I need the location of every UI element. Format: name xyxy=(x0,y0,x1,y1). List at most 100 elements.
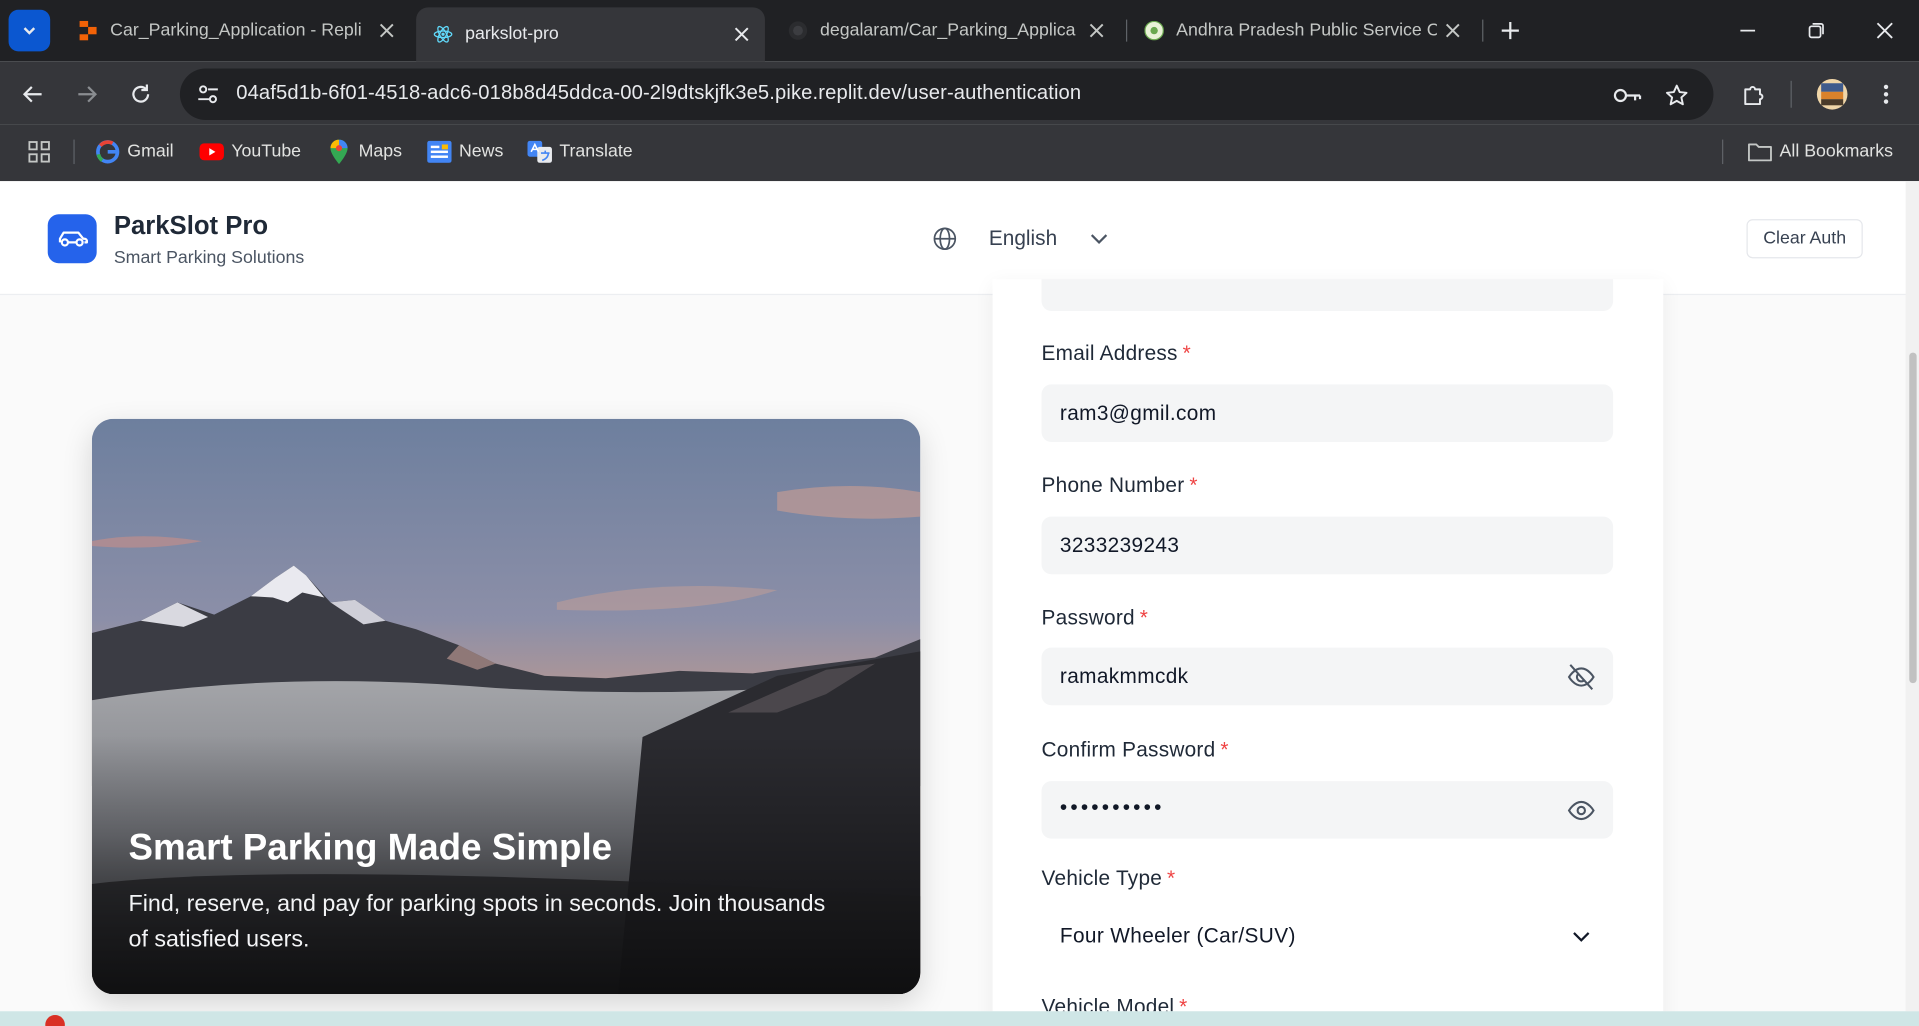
language-selector[interactable]: English xyxy=(930,223,1111,255)
restore-button[interactable] xyxy=(1798,12,1835,49)
vehicle-type-label: Vehicle Type * xyxy=(1041,866,1176,891)
app-logo xyxy=(47,214,97,264)
chevron-down-icon xyxy=(1569,924,1593,948)
bookmark-translate[interactable]: Translate xyxy=(527,137,633,166)
plus-icon xyxy=(1501,22,1519,40)
react-icon xyxy=(433,24,453,44)
apps-grid-icon xyxy=(27,140,51,164)
previous-field-input[interactable] xyxy=(1041,279,1614,311)
bookmark-label: Maps xyxy=(358,142,403,162)
app-tagline: Smart Parking Solutions xyxy=(113,248,305,269)
back-button[interactable] xyxy=(15,76,52,113)
tab-title: degalaram/Car_Parking_Applica xyxy=(820,20,1076,41)
bookmark-label: Gmail xyxy=(127,142,174,162)
new-tab-button[interactable] xyxy=(1493,13,1527,47)
eye-icon[interactable] xyxy=(1565,795,1597,827)
all-bookmarks-label: All Bookmarks xyxy=(1779,142,1893,162)
confirm-password-field[interactable]: •••••••••• xyxy=(1041,781,1614,839)
vehicle-type-select[interactable]: Four Wheeler (Car/SUV) xyxy=(1041,908,1614,966)
bookmark-news[interactable]: News xyxy=(427,137,503,166)
confirm-password-value: •••••••••• xyxy=(1059,795,1165,820)
required-mark: * xyxy=(1139,606,1149,630)
youtube-icon xyxy=(199,140,224,164)
minimize-button[interactable] xyxy=(1729,12,1766,49)
bookmark-label: Translate xyxy=(559,142,633,162)
language-label: English xyxy=(988,226,1058,250)
required-mark: * xyxy=(1179,995,1188,1012)
hero-description: Find, reserve, and pay for parking spots… xyxy=(128,891,826,953)
vehicle-model-label: Vehicle Model * xyxy=(1042,995,1188,1011)
close-icon[interactable] xyxy=(726,18,758,50)
puzzle-icon xyxy=(1744,85,1764,106)
restore-icon xyxy=(1808,23,1824,39)
browser-toolbar: 04af5d1b-6f01-4518-adc6-018b8d45ddca-00-… xyxy=(0,61,1919,125)
close-window-button[interactable] xyxy=(1866,12,1903,49)
close-icon[interactable] xyxy=(1437,15,1469,47)
phone-label: Phone Number * xyxy=(1041,473,1198,498)
site-settings-icon[interactable] xyxy=(195,81,222,108)
tab-appsc[interactable]: Andhra Pradesh Public Service C xyxy=(1127,7,1476,54)
bookmark-maps[interactable]: Maps xyxy=(327,137,402,166)
github-icon xyxy=(788,21,808,41)
browser-menu-button[interactable] xyxy=(1868,76,1905,113)
bookmark-label: YouTube xyxy=(231,142,302,162)
appsc-icon xyxy=(1144,20,1164,41)
notification-icon xyxy=(45,1014,65,1026)
bookmark-separator xyxy=(1722,139,1724,165)
tab-parkslot-pro[interactable]: parkslot-pro xyxy=(416,7,765,62)
close-icon[interactable] xyxy=(371,15,403,47)
phone-value: 3233239243 xyxy=(1059,533,1180,558)
app-name: ParkSlot Pro xyxy=(113,211,269,240)
password-field[interactable]: ramakmmcdk xyxy=(1041,647,1614,706)
profile-avatar[interactable] xyxy=(1814,76,1851,113)
hero-title: Smart Parking Made Simple xyxy=(128,827,613,869)
tab-github-repo[interactable]: degalaram/Car_Parking_Applica xyxy=(771,7,1120,54)
tab-search-button[interactable] xyxy=(8,9,51,52)
all-bookmarks-button[interactable]: All Bookmarks xyxy=(1748,137,1893,166)
forward-button[interactable] xyxy=(69,76,106,113)
close-icon[interactable] xyxy=(1081,15,1113,47)
required-mark: * xyxy=(1220,738,1229,762)
email-field[interactable]: ram3@gmil.com xyxy=(1041,384,1614,442)
bookmark-separator xyxy=(73,139,75,165)
signup-form-card: Email Address * ram3@gmil.com Phone Numbe… xyxy=(992,279,1664,1012)
address-bar[interactable]: 04af5d1b-6f01-4518-adc6-018b8d45ddca-00-… xyxy=(179,68,1714,120)
toolbar-separator xyxy=(1790,80,1792,108)
bookmark-gmail[interactable]: Gmail xyxy=(95,137,174,166)
app-header: ParkSlot Pro Smart Parking Solutions Eng… xyxy=(0,181,1919,296)
replit-icon xyxy=(78,20,98,41)
arrow-left-icon xyxy=(22,86,42,103)
tab-car-parking-replit[interactable]: Car_Parking_Application - Repli xyxy=(61,7,410,54)
bookmark-youtube[interactable]: YouTube xyxy=(199,137,301,166)
clear-auth-button[interactable]: Clear Auth xyxy=(1746,219,1863,259)
chevron-down-icon xyxy=(1087,226,1111,250)
close-icon xyxy=(1876,22,1893,39)
translate-icon xyxy=(527,140,552,164)
password-key-icon[interactable] xyxy=(1613,81,1642,110)
reload-icon xyxy=(132,84,150,103)
tab-title: parkslot-pro xyxy=(465,24,559,45)
password-label: Password * xyxy=(1041,606,1149,630)
extensions-button[interactable] xyxy=(1735,76,1772,113)
minimize-icon xyxy=(1740,29,1756,32)
news-icon xyxy=(427,140,452,164)
globe-icon xyxy=(930,224,959,253)
bookmark-label: News xyxy=(458,142,504,162)
confirm-password-label: Confirm Password * xyxy=(1041,738,1229,762)
phone-field[interactable]: 3233239243 xyxy=(1041,516,1614,575)
reload-button[interactable] xyxy=(122,76,159,113)
bookmarks-bar: Gmail YouTube Maps News Translate All Bo… xyxy=(0,124,1919,182)
tab-title: Andhra Pradesh Public Service C xyxy=(1176,20,1437,41)
tab-title: Car_Parking_Application - Repli xyxy=(110,20,362,41)
bookmark-star-icon[interactable] xyxy=(1662,81,1691,110)
taskbar-strip xyxy=(0,1011,1919,1026)
more-vert-icon xyxy=(1883,84,1889,104)
vehicle-type-value: Four Wheeler (Car/SUV) xyxy=(1059,924,1296,948)
scrollbar-thumb[interactable] xyxy=(1909,352,1917,684)
eye-off-icon[interactable] xyxy=(1565,661,1597,693)
tab-separator xyxy=(1482,19,1484,42)
arrow-right-icon xyxy=(78,86,98,103)
browser-tab-bar: Car_Parking_Application - Repli parkslot… xyxy=(0,0,1919,62)
url-text: 04af5d1b-6f01-4518-adc6-018b8d45ddca-00-… xyxy=(236,82,1082,105)
apps-button[interactable] xyxy=(27,137,59,166)
